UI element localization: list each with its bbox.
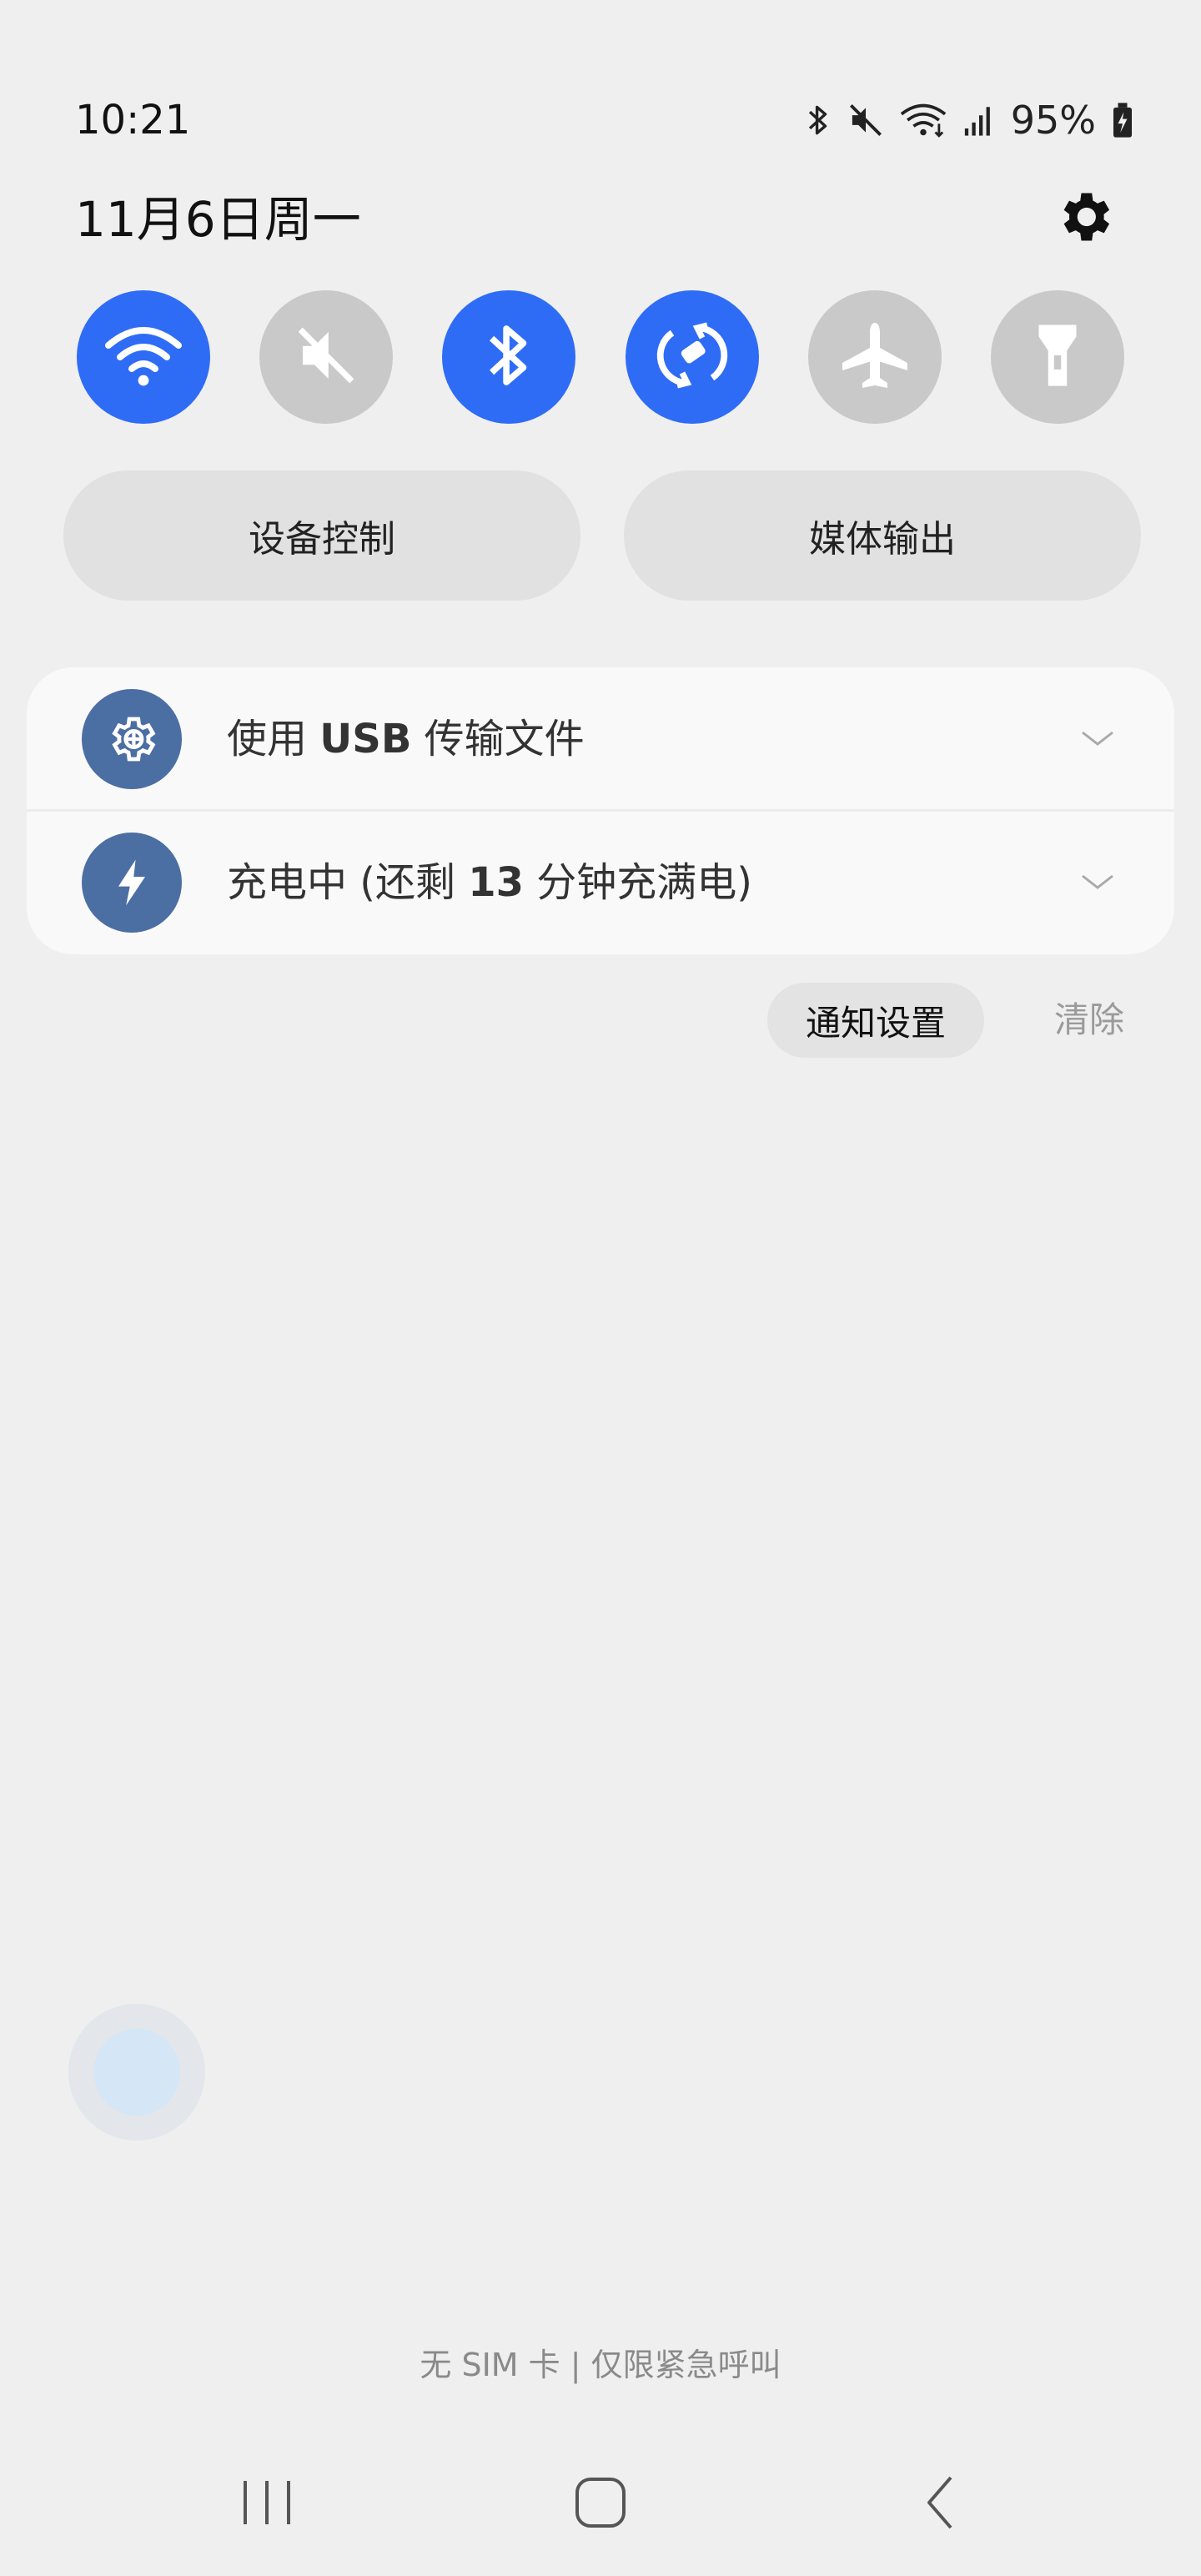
status-icons: 95% (801, 93, 1134, 147)
notification-charging[interactable]: 充电中 (还剩 13 分钟充满电) (27, 811, 1174, 954)
airplane-icon (837, 318, 912, 396)
home-button[interactable] (559, 2469, 642, 2536)
wifi-toggle[interactable] (77, 290, 210, 424)
notification-usb-suffix: 传输文件 (411, 716, 585, 762)
flashlight-icon (1028, 318, 1087, 396)
airplane-toggle[interactable] (807, 290, 942, 424)
status-time: 10:21 (75, 97, 191, 143)
mute-icon (847, 102, 884, 138)
battery-percent: 95% (1010, 98, 1096, 143)
signal-icon (962, 102, 996, 138)
usb-settings-icon (82, 689, 182, 789)
wifi-icon (103, 322, 183, 392)
auto-rotate-toggle[interactable] (625, 290, 759, 424)
bluetooth-toggle[interactable] (442, 290, 576, 424)
wifi-icon (899, 102, 947, 138)
clear-button[interactable]: 清除 (1054, 998, 1124, 1043)
bluetooth-icon (480, 318, 538, 396)
notification-settings-button[interactable]: 通知设置 (767, 983, 984, 1058)
chevron-down-icon[interactable] (1079, 866, 1116, 899)
carrier-status-text: 无 SIM 卡 | 仅限紧急呼叫 (420, 2347, 781, 2383)
date: 11月6日周一 (75, 191, 361, 248)
home-icon (559, 2478, 642, 2539)
device-control-button[interactable]: 设备控制 (63, 470, 580, 601)
back-icon (899, 2476, 982, 2539)
notification-usb-bold: USB (319, 716, 412, 762)
rotate-icon (655, 318, 730, 396)
flashlight-toggle[interactable] (990, 290, 1124, 424)
recents-button[interactable] (225, 2469, 309, 2536)
notification-charging-prefix: 充电中 (还剩 (227, 859, 469, 906)
mute-icon (291, 320, 361, 394)
notification-usb-text: 使用 USB 传输文件 (227, 714, 585, 764)
bluetooth-icon (804, 102, 832, 138)
notification-charging-suffix: 分钟充满电) (524, 859, 753, 906)
charging-bolt-icon (82, 833, 182, 933)
media-output-button[interactable]: 媒体输出 (624, 470, 1141, 601)
floating-assistant-bubble-inner (93, 2029, 180, 2116)
chevron-down-icon[interactable] (1079, 722, 1116, 756)
notification-usb[interactable]: 使用 USB 传输文件 (27, 667, 1174, 812)
sound-toggle[interactable] (259, 290, 394, 424)
notification-charging-text: 充电中 (还剩 13 分钟充满电) (227, 858, 752, 908)
back-button[interactable] (899, 2469, 982, 2536)
notification-panel: 使用 USB 传输文件 充电中 (还剩 13 分钟充满电) (27, 667, 1174, 954)
settings-gear-icon[interactable] (1053, 185, 1116, 249)
quick-toggles (77, 290, 1124, 424)
recents-icon (225, 2481, 309, 2539)
notification-charging-bold: 13 (468, 859, 525, 906)
notification-usb-prefix: 使用 (227, 716, 320, 762)
battery-charging-icon (1111, 102, 1134, 138)
